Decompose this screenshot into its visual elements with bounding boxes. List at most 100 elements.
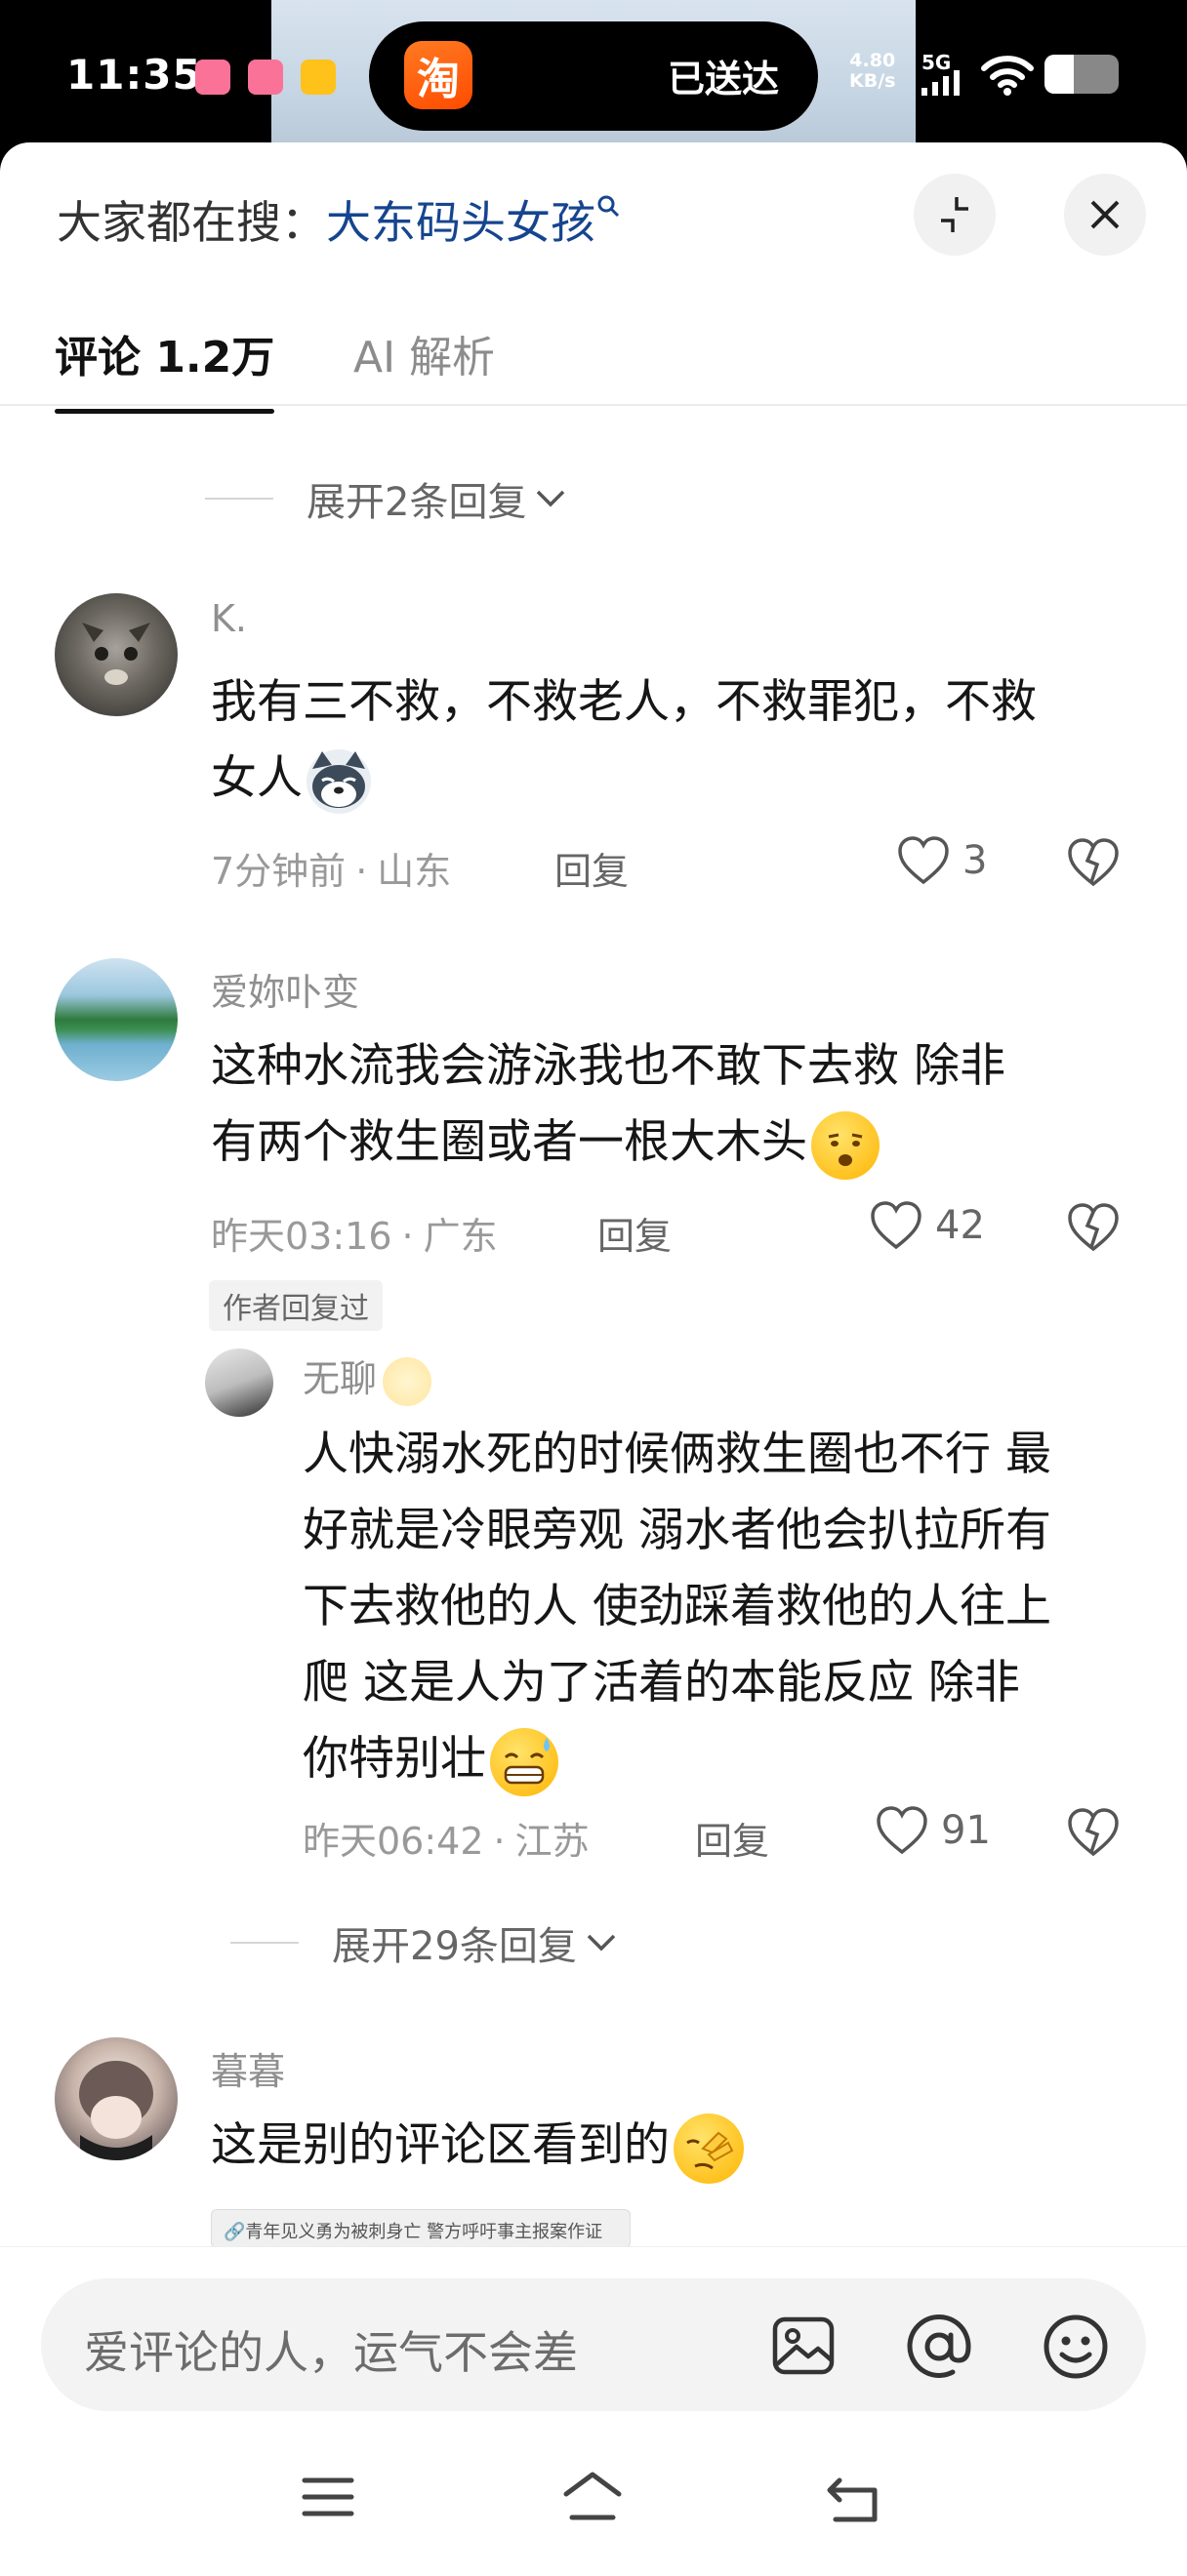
sleepy-face-emoji-icon — [383, 1356, 432, 1406]
chevron-down-icon — [537, 490, 565, 507]
facepalm-emoji-icon — [674, 2113, 744, 2184]
comment-image-preview[interactable]: 🔗青年见义勇为被刺身亡 警方呼吁事主报案作证 — [211, 2209, 631, 2248]
like-button[interactable]: 3 — [896, 835, 987, 886]
close-button[interactable] — [1064, 174, 1146, 256]
expand-replies-top[interactable]: 展开2条回复 — [205, 470, 567, 527]
delivery-status: 已送达 — [667, 58, 779, 101]
taobao-app-icon: 淘 — [404, 41, 472, 109]
signal-icon — [921, 70, 960, 96]
search-icon — [597, 195, 620, 218]
back-icon[interactable] — [826, 2475, 882, 2525]
comment-username[interactable]: K. — [211, 597, 247, 640]
reply-button[interactable]: 回复 — [695, 1811, 769, 1865]
comment-meta: 7分钟前 · 山东 — [211, 841, 451, 895]
comment-location: 广东 — [423, 1215, 498, 1258]
comment-text-line: 女人 — [211, 741, 1037, 817]
like-button[interactable]: 42 — [869, 1200, 985, 1251]
divider-line — [230, 1942, 299, 1944]
net-speed-value: 4.80 — [849, 50, 896, 71]
comment-username[interactable]: 暮暮 — [211, 2041, 285, 2095]
dynamic-island[interactable]: 淘 已送达 — [369, 21, 818, 131]
preview-caption: 青年见义勇为被刺身亡 警方呼吁事主报案作证 — [245, 2222, 603, 2242]
reply-text-line: 人快溺水死的时候俩救生圈也不行 最 — [303, 1428, 1051, 1481]
collapse-icon — [941, 197, 968, 232]
avatar[interactable] — [205, 1348, 273, 1417]
home-icon[interactable] — [560, 2469, 625, 2523]
shocked-face-emoji-icon — [811, 1110, 880, 1180]
meta-separator: · — [493, 1820, 506, 1863]
battery-icon — [1044, 55, 1119, 94]
bilibili-notification-icon — [195, 60, 230, 95]
comment-text-line: 有两个救生圈或者一根大木头 — [211, 1105, 1005, 1181]
reply-meta: 昨天06:42 · 江苏 — [303, 1811, 590, 1865]
dog-emoji-icon — [307, 748, 371, 814]
tab-comments[interactable]: 评论 1.2万 — [55, 322, 275, 414]
reply-username-text: 无聊 — [303, 1357, 378, 1400]
tab-ai-analysis[interactable]: AI 解析 — [353, 322, 495, 384]
reply-text-fragment: 你特别壮 — [303, 1732, 486, 1786]
reply-button[interactable]: 回复 — [597, 1206, 672, 1260]
heart-icon — [898, 836, 949, 885]
link-icon: 🔗 — [224, 2222, 246, 2242]
divider-line — [205, 498, 273, 500]
heart-icon — [871, 1201, 921, 1250]
comment-input-placeholder[interactable]: 爱评论的人，运气不会差 — [84, 2317, 578, 2382]
net-speed-unit: KB/s — [849, 70, 896, 92]
like-count: 91 — [941, 1808, 991, 1853]
comment-sheet: 大家都在搜：大东码头女孩 评论 1.2万 AI 解析 展开2条回复 K. 我有三… — [0, 142, 1187, 2576]
avatar[interactable] — [55, 958, 178, 1081]
emoji-icon[interactable] — [1041, 2312, 1111, 2382]
comment-text-fragment: 有两个救生圈或者一根大木头 — [211, 1115, 807, 1169]
comment-time: 7分钟前 — [211, 850, 347, 893]
comment-text-line: 这是别的评论区看到的 — [211, 2108, 744, 2184]
collapse-button[interactable] — [914, 174, 996, 256]
net-speed: 4.80 KB/s — [849, 51, 895, 92]
expand-replies-bottom[interactable]: 展开29条回复 — [230, 1914, 618, 1971]
meta-separator: · — [355, 850, 368, 893]
comment-text: 这是别的评论区看到的 — [211, 2108, 744, 2184]
comment-username[interactable]: 爱妳卟变 — [211, 962, 359, 1016]
comment-text-line: 这种水流我会游泳我也不敢下去救 除非 — [211, 1039, 1005, 1093]
reply-text-line: 下去救他的人 使劲踩着救他的人往上 — [303, 1580, 1051, 1633]
search-keyword[interactable]: 大东码头女孩 — [326, 196, 595, 249]
author-replied-badge: 作者回复过 — [209, 1280, 383, 1331]
trending-search[interactable]: 大家都在搜：大东码头女孩 — [57, 187, 621, 252]
avatar[interactable] — [55, 2037, 178, 2160]
tab-bar: 评论 1.2万 AI 解析 — [0, 308, 1187, 414]
reply-text-line: 好就是冷眼旁观 溺水者他会扒拉所有 — [303, 1504, 1051, 1557]
search-prefix: 大家都在搜： — [57, 196, 326, 249]
like-button[interactable]: 91 — [875, 1805, 991, 1856]
expand-label: 展开2条回复 — [307, 480, 527, 525]
reply-text-line: 爬 这是人为了活着的本能反应 除非 — [303, 1656, 1020, 1710]
comment-text-fragment: 女人 — [211, 751, 303, 805]
dislike-icon[interactable] — [1066, 837, 1121, 888]
comment-meta: 昨天03:16 · 广东 — [211, 1206, 498, 1260]
close-icon — [1090, 200, 1120, 229]
reply-username[interactable]: 无聊 — [303, 1348, 432, 1406]
dislike-icon[interactable] — [1066, 1202, 1121, 1253]
status-bar: 11:35 淘 已送达 4.80 KB/s 5G — [0, 0, 1187, 146]
bilibili-notification-icon-2 — [248, 60, 283, 95]
reply-button[interactable]: 回复 — [554, 841, 629, 895]
comment-input[interactable]: 爱评论的人，运气不会差 — [41, 2278, 1146, 2411]
reply-time: 昨天06:42 — [303, 1820, 484, 1863]
menu-icon[interactable] — [301, 2475, 355, 2519]
expand-label: 展开29条回复 — [332, 1924, 577, 1969]
image-icon[interactable] — [769, 2312, 838, 2380]
dislike-icon[interactable] — [1066, 1807, 1121, 1858]
at-mention-icon[interactable] — [904, 2312, 974, 2382]
meta-separator: · — [401, 1215, 414, 1258]
reply-text-line: 你特别壮 — [303, 1721, 1051, 1797]
cat-avatar-art — [82, 623, 150, 685]
hand-app-notification-icon — [301, 60, 336, 95]
comment-time: 昨天03:16 — [211, 1215, 392, 1258]
avatar[interactable] — [55, 593, 178, 716]
reply-location: 江苏 — [514, 1820, 590, 1863]
grimace-sweat-emoji-icon — [490, 1727, 558, 1796]
heart-icon — [877, 1806, 927, 1855]
comment-input-bar: 爱评论的人，运气不会差 — [0, 2246, 1187, 2432]
clock: 11:35 — [66, 51, 202, 99]
like-count: 42 — [935, 1203, 985, 1248]
like-count: 3 — [962, 838, 988, 883]
wifi-icon — [981, 56, 1034, 96]
